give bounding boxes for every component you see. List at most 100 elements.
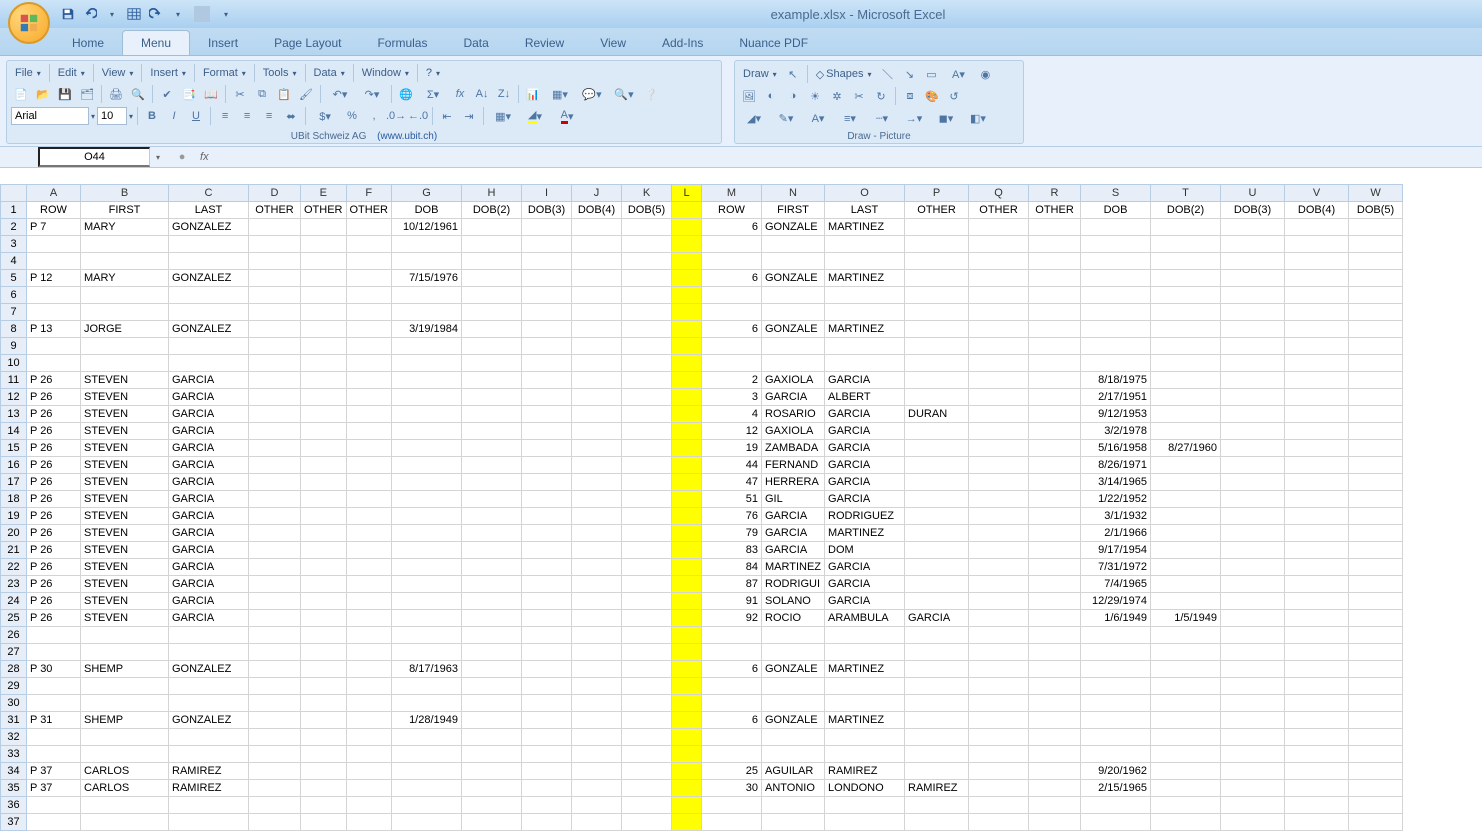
- increase-decimal-icon[interactable]: .0→: [386, 106, 406, 126]
- cell-C19[interactable]: GARCIA: [169, 508, 249, 525]
- cell-O36[interactable]: [825, 797, 905, 814]
- cell-M19[interactable]: 76: [702, 508, 762, 525]
- cell-S7[interactable]: [1081, 304, 1151, 321]
- cell-A37[interactable]: [27, 814, 81, 831]
- cell-U24[interactable]: [1221, 593, 1285, 610]
- cell-S33[interactable]: [1081, 746, 1151, 763]
- cell-B33[interactable]: [81, 746, 169, 763]
- cell-G26[interactable]: [392, 627, 462, 644]
- cell-P7[interactable]: [905, 304, 969, 321]
- col-header-U[interactable]: U: [1221, 185, 1285, 202]
- cell-K10[interactable]: [622, 355, 672, 372]
- cell-P35[interactable]: RAMIREZ: [905, 780, 969, 797]
- cell-P31[interactable]: [905, 712, 969, 729]
- cell-U28[interactable]: [1221, 661, 1285, 678]
- cell-J27[interactable]: [572, 644, 622, 661]
- cell-R4[interactable]: [1029, 253, 1081, 270]
- cell-G5[interactable]: 7/15/1976: [392, 270, 462, 287]
- cell-T10[interactable]: [1151, 355, 1221, 372]
- save-icon-2[interactable]: 💾: [55, 84, 75, 104]
- cell-D35[interactable]: [249, 780, 301, 797]
- decrease-decimal-icon[interactable]: ←.0: [408, 106, 428, 126]
- cell-A22[interactable]: P 26: [27, 559, 81, 576]
- col-header-I[interactable]: I: [522, 185, 572, 202]
- cell-A28[interactable]: P 30: [27, 661, 81, 678]
- cell-D19[interactable]: [249, 508, 301, 525]
- cell-A31[interactable]: P 31: [27, 712, 81, 729]
- cell-D23[interactable]: [249, 576, 301, 593]
- cell-W9[interactable]: [1349, 338, 1403, 355]
- cell-E28[interactable]: [301, 661, 347, 678]
- cell-A15[interactable]: P 26: [27, 440, 81, 457]
- cell-I18[interactable]: [522, 491, 572, 508]
- cell-V28[interactable]: [1285, 661, 1349, 678]
- cell-Q8[interactable]: [969, 321, 1029, 338]
- cell-D25[interactable]: [249, 610, 301, 627]
- cell-Q16[interactable]: [969, 457, 1029, 474]
- col-header-R[interactable]: R: [1029, 185, 1081, 202]
- cell-W19[interactable]: [1349, 508, 1403, 525]
- cell-B3[interactable]: [81, 236, 169, 253]
- cell-U17[interactable]: [1221, 474, 1285, 491]
- col-header-H[interactable]: H: [462, 185, 522, 202]
- cell-H23[interactable]: [462, 576, 522, 593]
- cell-G7[interactable]: [392, 304, 462, 321]
- cell-G6[interactable]: [392, 287, 462, 304]
- cell-A10[interactable]: [27, 355, 81, 372]
- cell-N17[interactable]: HERRERA: [762, 474, 825, 491]
- cell-C26[interactable]: [169, 627, 249, 644]
- cell-M20[interactable]: 79: [702, 525, 762, 542]
- cell-G15[interactable]: [392, 440, 462, 457]
- cell-C13[interactable]: GARCIA: [169, 406, 249, 423]
- line-color-tool-icon[interactable]: ✎▾: [771, 108, 801, 128]
- cell-J3[interactable]: [572, 236, 622, 253]
- cell-T2[interactable]: [1151, 219, 1221, 236]
- cell-V36[interactable]: [1285, 797, 1349, 814]
- draw-menu[interactable]: Draw: [739, 66, 781, 82]
- cell-N5[interactable]: GONZALE: [762, 270, 825, 287]
- cell-G34[interactable]: [392, 763, 462, 780]
- cell-P16[interactable]: [905, 457, 969, 474]
- cell-L16[interactable]: [672, 457, 702, 474]
- cell-S23[interactable]: 7/4/1965: [1081, 576, 1151, 593]
- ribbon-tab-add-ins[interactable]: Add-Ins: [644, 31, 721, 55]
- cell-F32[interactable]: [346, 729, 392, 746]
- cell-I37[interactable]: [522, 814, 572, 831]
- cell-J23[interactable]: [572, 576, 622, 593]
- col-header-J[interactable]: J: [572, 185, 622, 202]
- cell-B37[interactable]: [81, 814, 169, 831]
- cell-C24[interactable]: GARCIA: [169, 593, 249, 610]
- cell-I7[interactable]: [522, 304, 572, 321]
- cell-R3[interactable]: [1029, 236, 1081, 253]
- cell-L33[interactable]: [672, 746, 702, 763]
- cell-D11[interactable]: [249, 372, 301, 389]
- cell-R20[interactable]: [1029, 525, 1081, 542]
- cell-F8[interactable]: [346, 321, 392, 338]
- paste-icon[interactable]: 📋: [274, 84, 294, 104]
- cell-F29[interactable]: [346, 678, 392, 695]
- cell-N9[interactable]: [762, 338, 825, 355]
- cell-M17[interactable]: 47: [702, 474, 762, 491]
- cell-A19[interactable]: P 26: [27, 508, 81, 525]
- cell-P22[interactable]: [905, 559, 969, 576]
- cell-Q28[interactable]: [969, 661, 1029, 678]
- cell-D3[interactable]: [249, 236, 301, 253]
- cell-J9[interactable]: [572, 338, 622, 355]
- cut-icon[interactable]: ✂: [230, 84, 250, 104]
- cell-M8[interactable]: 6: [702, 321, 762, 338]
- cell-F14[interactable]: [346, 423, 392, 440]
- cell-I31[interactable]: [522, 712, 572, 729]
- cell-O12[interactable]: ALBERT: [825, 389, 905, 406]
- cell-E23[interactable]: [301, 576, 347, 593]
- cell-S13[interactable]: 9/12/1953: [1081, 406, 1151, 423]
- cell-V19[interactable]: [1285, 508, 1349, 525]
- cell-R21[interactable]: [1029, 542, 1081, 559]
- cell-G20[interactable]: [392, 525, 462, 542]
- cell-S36[interactable]: [1081, 797, 1151, 814]
- cell-P24[interactable]: [905, 593, 969, 610]
- cell-A5[interactable]: P 12: [27, 270, 81, 287]
- cell-B12[interactable]: STEVEN: [81, 389, 169, 406]
- cell-T11[interactable]: [1151, 372, 1221, 389]
- cell-Q18[interactable]: [969, 491, 1029, 508]
- cell-L7[interactable]: [672, 304, 702, 321]
